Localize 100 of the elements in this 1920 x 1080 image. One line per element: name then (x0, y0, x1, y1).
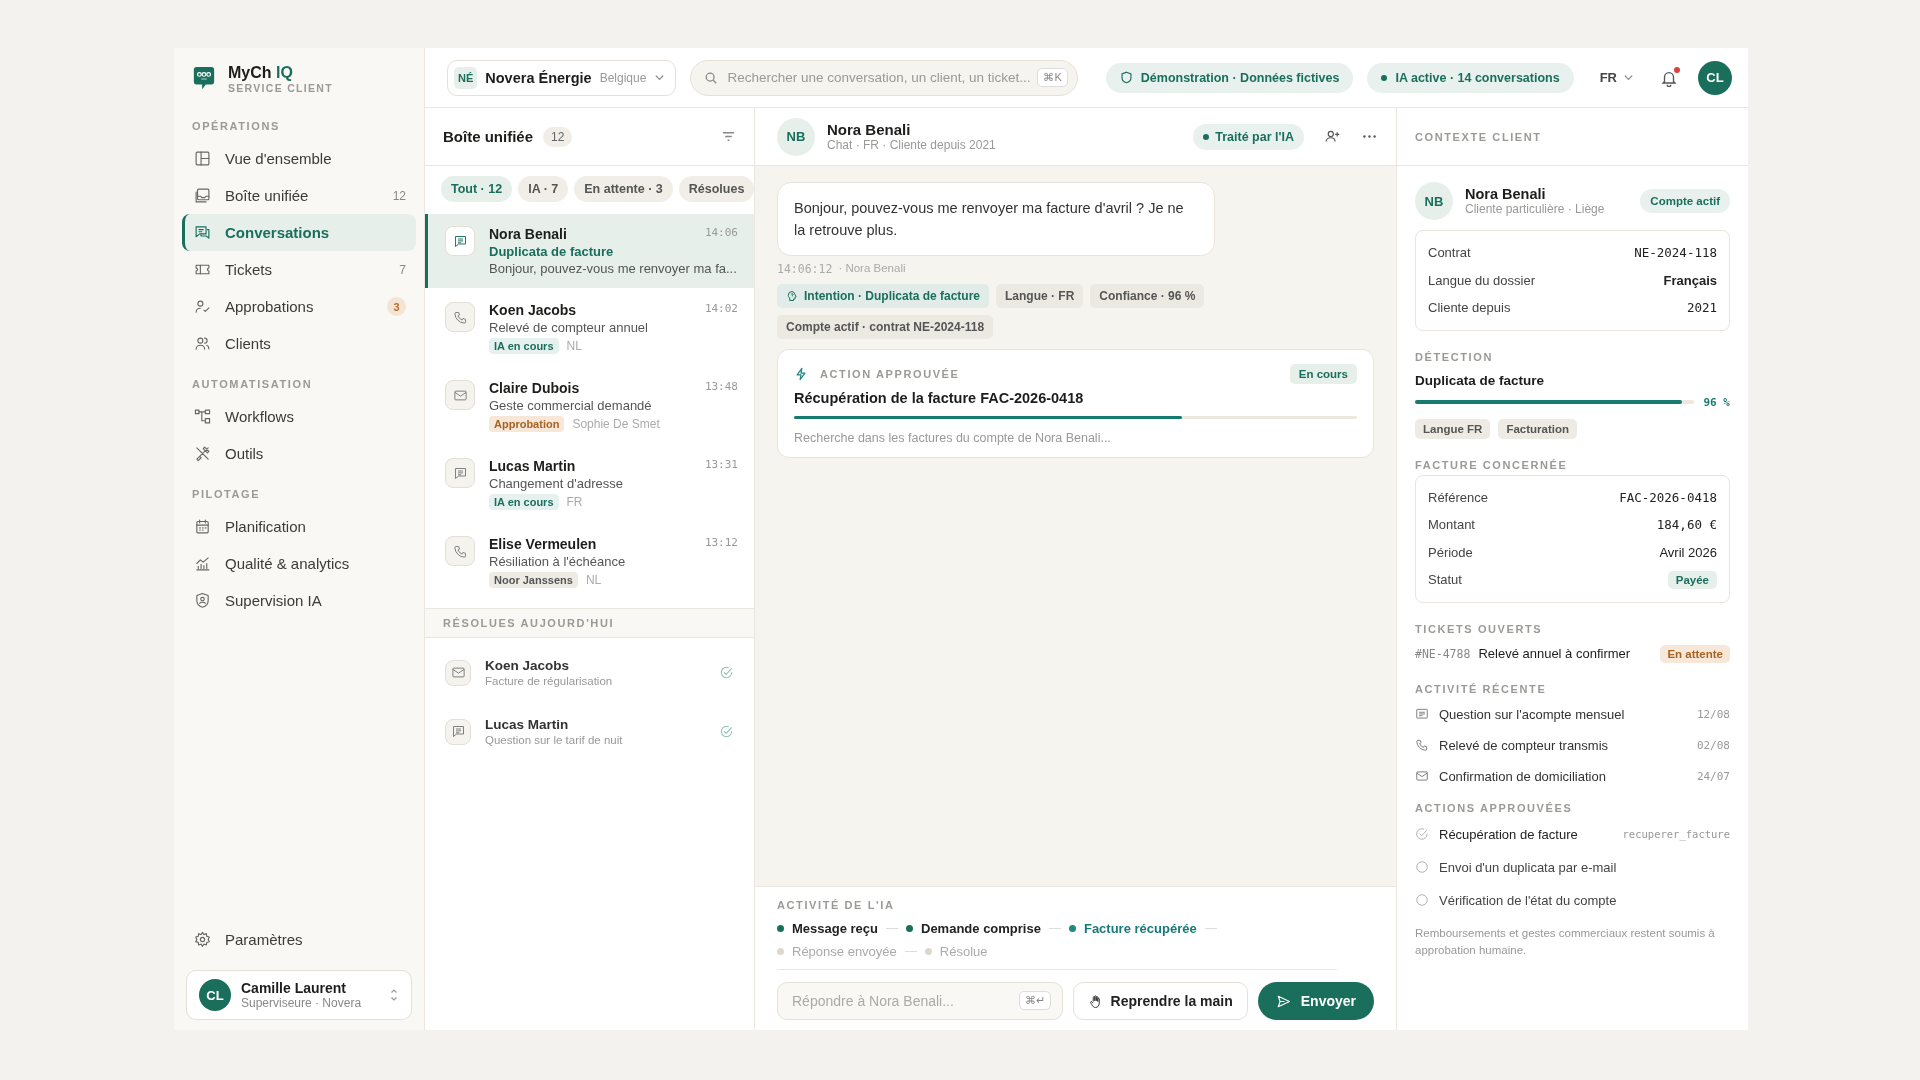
step-label: Réponse envoyée (792, 944, 897, 959)
activity-label: Relevé de compteur transmis (1439, 737, 1609, 753)
conversation-meta: FR (566, 495, 583, 509)
nav-item[interactable]: Supervision IA (182, 582, 416, 619)
tools-icon (194, 445, 211, 462)
filter-icon[interactable] (721, 129, 736, 144)
workflow-icon (194, 408, 211, 425)
ticket-item[interactable]: #NE-4788 Relevé annuel à confirmer En attente (1415, 644, 1730, 663)
chart-icon (194, 555, 211, 572)
mail-icon (452, 387, 468, 403)
status-tag: Noor Janssens (489, 572, 578, 588)
contact-name: Claire Dubois (489, 380, 580, 396)
demo-label: Démonstration · Données fictives (1140, 70, 1340, 85)
message-time: 13:48 (704, 380, 738, 395)
action-label: Vérification de l'état du compte (1439, 892, 1617, 908)
approval-note: Remboursements et gestes commerciaux restent soumis à approbation humaine. (1415, 925, 1716, 958)
detail-label: Langue du dossier (1428, 272, 1535, 288)
nav-item[interactable]: Tickets 7 (182, 251, 416, 288)
user-avatar: CL (199, 979, 231, 1011)
filter-tab[interactable]: Tout · 12 (441, 176, 513, 202)
message-time: 13:31 (704, 458, 738, 473)
activity-date: 24/07 (1696, 769, 1730, 783)
nav-item[interactable]: Planification (182, 508, 416, 545)
language-selector[interactable]: FR (1599, 70, 1634, 85)
add-user-icon[interactable] (1324, 128, 1341, 145)
user-avatar[interactable]: CL (1698, 60, 1732, 95)
organization-initials: NÉ (454, 66, 478, 89)
section-title: RÉSOLUES AUJOURD'HUI (443, 617, 616, 629)
info-chip: Confiance · 96 % (1090, 284, 1205, 308)
filter-tab[interactable]: En attente · 3 (574, 176, 673, 202)
activity-label: Confirmation de domiciliation (1439, 768, 1606, 784)
chevron-down-icon (654, 72, 666, 83)
conversation-subject: Geste commercial demandé (489, 398, 653, 413)
detail-value: NE-2024-118 (1634, 245, 1717, 261)
phone-icon (452, 309, 468, 325)
conversation-subject: Changement d'adresse (489, 476, 624, 491)
conversation-item[interactable]: Lucas Martin 13:31 Changement d'adresse IA en cours FR (425, 446, 754, 522)
info-chip: Intention · Duplicata de facture (777, 284, 989, 308)
action-label: Récupération de facture (1439, 826, 1578, 842)
check-circle-icon (719, 724, 734, 739)
filter-tab[interactable]: Résolues (678, 176, 754, 202)
conversation-item[interactable]: Claire Dubois 13:48 Geste commercial demandé Approbation Sophie De Smet (425, 368, 754, 444)
conversation-subject: Relevé de compteur annuel (489, 320, 649, 335)
detail-label: Statut (1428, 572, 1462, 588)
conversation-subject: Duplicata de facture (489, 244, 615, 259)
conversation-item[interactable]: Elise Vermeulen 13:12 Résiliation à l'échéance Noor Janssens NL (425, 524, 754, 600)
shield-icon (194, 592, 211, 609)
mail-icon (450, 665, 466, 680)
organization-name: Novera Énergie (485, 69, 592, 86)
conversation-subject: Résiliation à l'échéance (489, 554, 627, 569)
take-over-button[interactable]: Reprendre la main (1072, 982, 1248, 1020)
topic-tag: Langue FR (1415, 418, 1491, 439)
status-dot (1203, 133, 1210, 140)
detail-value: FAC-2026-0418 (1619, 489, 1717, 505)
action-label: ACTION APPROUVÉE (820, 368, 960, 380)
nav-item[interactable]: Clients (182, 325, 416, 362)
brain-icon (786, 290, 798, 302)
step-dot (777, 925, 784, 932)
nav-item[interactable]: Boîte unifiée 12 (182, 177, 416, 214)
client-name: Nora Benali (1465, 186, 1547, 202)
nav-item[interactable]: Workflows (182, 398, 416, 435)
contact-name: Elise Vermeulen (489, 536, 597, 552)
conversation-item[interactable]: Koen Jacobs Facture de régularisation (425, 648, 754, 699)
step-label: Facture récupérée (1083, 921, 1197, 936)
inbox-icon (194, 187, 211, 204)
detail-value: 184,60 € (1656, 517, 1717, 533)
detail-value: Avril 2026 (1659, 544, 1717, 560)
nav-item[interactable]: Conversations (182, 214, 416, 251)
nav-item[interactable]: Outils (182, 435, 416, 472)
organization-selector[interactable]: NÉ Novera Énergie Belgique (447, 59, 677, 96)
user-card[interactable]: CL Camille Laurent Superviseure · Novera (186, 970, 412, 1020)
contact-name: Nora Benali (827, 121, 912, 138)
settings-link[interactable]: Paramètres (182, 921, 416, 958)
hand-icon (1087, 993, 1103, 1009)
step-label: Demande comprise (921, 921, 1041, 936)
nav-item[interactable]: Vue d'ensemble (182, 140, 416, 177)
ticket-id: #NE-4788 (1415, 646, 1471, 661)
item-count: 7 (399, 262, 406, 277)
action-title: Récupération de la facture FAC-2026-0418 (794, 390, 1085, 406)
conversation-item[interactable]: Lucas Martin Question sur le tarif de nuit (425, 707, 754, 758)
mail-icon (1415, 769, 1429, 783)
layout-icon (194, 150, 211, 167)
conversation-item[interactable]: Koen Jacobs 14:02 Relevé de compteur annuel IA en cours NL (425, 290, 754, 366)
inbox-title: Boîte unifiée (443, 128, 533, 145)
action-note: Recherche dans les factures du compte de Nora Benali... (794, 431, 1112, 445)
nav-item[interactable]: Approbations 3 (182, 288, 416, 325)
activity-date: 12/08 (1696, 707, 1730, 721)
phone-icon (452, 543, 468, 559)
section-title: TICKETS OUVERTS (1415, 622, 1544, 635)
notifications-button[interactable] (1660, 68, 1678, 87)
section-title: PILOTAGE (191, 487, 262, 502)
nav-item[interactable]: Qualité & analytics (182, 545, 416, 582)
contact-name: Koen Jacobs (485, 658, 571, 673)
conversation-meta: Sophie De Smet (572, 417, 660, 431)
send-button[interactable]: Envoyer (1257, 982, 1374, 1020)
contact-avatar: NB (777, 117, 815, 156)
action-label: Envoi d'un duplicata par e-mail (1439, 859, 1617, 875)
filter-tab[interactable]: IA · 7 (518, 176, 569, 202)
conversation-item[interactable]: Nora Benali 14:06 Duplicata de facture Bonjour, pouvez-vous me renvoyer ma fa... (425, 214, 754, 288)
organization-region: Belgique (599, 70, 647, 85)
